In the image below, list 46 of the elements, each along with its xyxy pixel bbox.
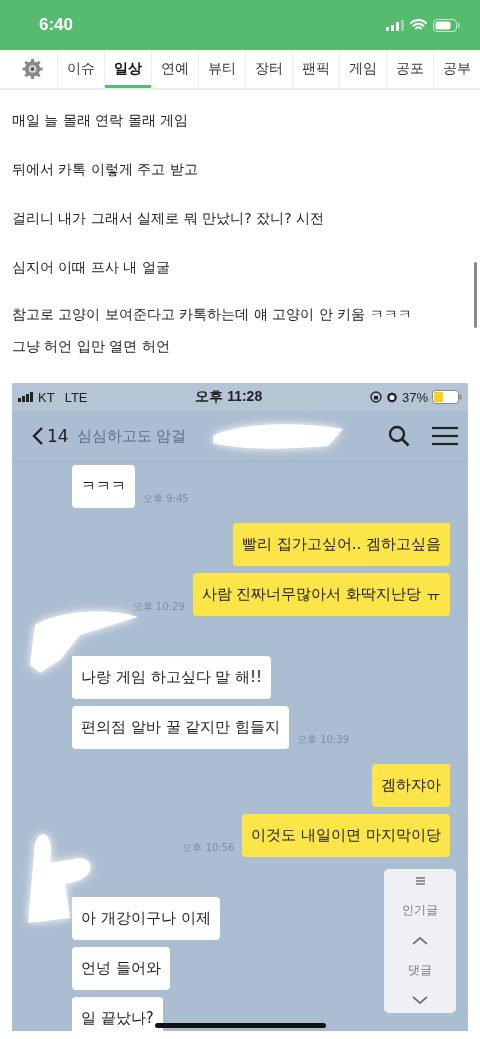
chat-bubble: 편의점 알바 꿀 같지만 힘들지 bbox=[72, 706, 290, 749]
category-tab[interactable]: 팬픽 bbox=[292, 50, 339, 88]
chat-bubble: 사람 진짜너무많아서 화딱지난당 ㅠ bbox=[192, 573, 450, 616]
chat-bubble: 나랑 게임 하고싶다 말 해!! bbox=[72, 656, 272, 699]
menu-icon[interactable] bbox=[432, 426, 458, 446]
chat-bubble: 빨리 집가고싶어.. 겜하고싶음 bbox=[232, 523, 450, 566]
comments-link[interactable]: 댓글 bbox=[408, 961, 432, 979]
status-time: 6:40 bbox=[39, 15, 74, 35]
back-icon[interactable] bbox=[32, 426, 44, 446]
category-tab[interactable]: 일상 bbox=[104, 50, 151, 88]
chat-bubble: 겜하쟈아 bbox=[372, 764, 450, 807]
chat-bubble: 일 끝났나? bbox=[72, 997, 163, 1031]
carrier-label: KT bbox=[38, 389, 55, 405]
paragraph: 매일 늘 몰래 연락 몰래 게임 bbox=[12, 111, 190, 130]
lock-icon bbox=[369, 391, 382, 403]
category-tab[interactable]: 연예 bbox=[151, 50, 198, 88]
popular-posts-link[interactable]: 인기글 bbox=[402, 902, 438, 920]
category-tab[interactable]: 뷰티 bbox=[198, 50, 245, 88]
battery-label: 37% bbox=[401, 389, 428, 405]
unread-count: 14 bbox=[47, 426, 69, 446]
category-tab[interactable]: 공포 bbox=[386, 50, 433, 88]
chat-bubble: 언넝 들어와 bbox=[72, 947, 170, 990]
list-icon[interactable] bbox=[415, 877, 425, 886]
chat-bubble: ㅋㅋㅋ bbox=[72, 465, 135, 508]
category-tab[interactable]: 장터 bbox=[245, 50, 292, 88]
paragraph: 참고로 고양이 보여준다고 카톡하는데 얘 고양이 안 키움 ㅋㅋㅋ 그냥 허언 입만 열면 허언 bbox=[12, 305, 413, 356]
scrollbar bbox=[474, 262, 477, 328]
alarm-icon bbox=[385, 391, 398, 403]
paragraph: 걸리니 내가 그래서 실제로 뭐 만났니? 잤니? 시전 bbox=[12, 209, 325, 228]
paragraph: 뒤에서 카톡 이렇게 주고 받고 bbox=[12, 160, 199, 179]
signal-icon bbox=[386, 19, 404, 31]
category-tab[interactable]: 이슈 bbox=[57, 50, 104, 88]
wifi-icon bbox=[410, 19, 427, 31]
battery-icon bbox=[432, 390, 462, 404]
paragraph: 심지어 이때 프사 내 얼굴 bbox=[12, 258, 171, 277]
settings-icon[interactable] bbox=[22, 58, 43, 80]
chat-title: 심심하고도 암걸 bbox=[76, 426, 187, 446]
chat-bubble: 이것도 내일이면 마지막이당 bbox=[242, 814, 450, 857]
chat-bubble: 아 개강이구나 이제 bbox=[72, 897, 220, 940]
network-label: LTE bbox=[64, 389, 88, 405]
battery-icon bbox=[433, 18, 460, 32]
category-tab[interactable]: 공부 bbox=[433, 50, 480, 88]
search-icon[interactable] bbox=[388, 425, 410, 447]
status-time: 오후 11:28 bbox=[195, 388, 263, 406]
signal-icon bbox=[18, 392, 34, 402]
category-tab[interactable]: 게임 bbox=[339, 50, 386, 88]
